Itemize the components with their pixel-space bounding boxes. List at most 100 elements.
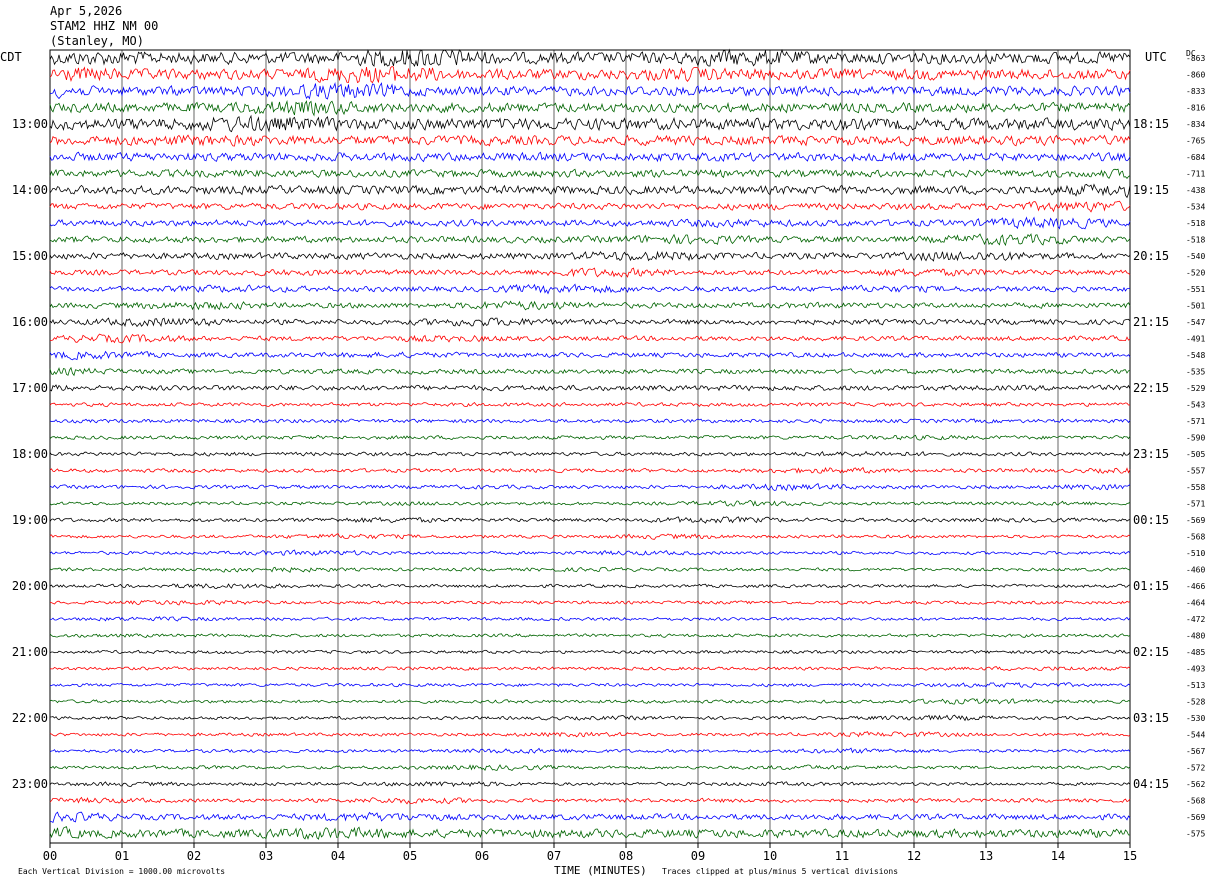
dc-offset-label: -569 xyxy=(1186,813,1205,822)
dc-offset-label: -505 xyxy=(1186,450,1205,459)
seismic-trace-17 xyxy=(49,317,1131,328)
dc-offset-label: -518 xyxy=(1186,219,1205,228)
dc-offset-label: -863 xyxy=(1186,54,1205,63)
seismic-trace-48 xyxy=(49,826,1131,840)
seismic-trace-28 xyxy=(49,500,1131,507)
left-hour-label: 18:00 xyxy=(12,447,48,461)
seismic-trace-24 xyxy=(49,434,1131,441)
dc-offset-label: -464 xyxy=(1186,599,1205,608)
seismic-trace-3 xyxy=(49,82,1131,100)
right-hour-label: 20:15 xyxy=(1133,249,1169,263)
seismic-trace-2 xyxy=(49,66,1131,84)
dc-offset-label: -540 xyxy=(1186,252,1205,261)
seismic-trace-36 xyxy=(49,633,1131,638)
seismic-trace-6 xyxy=(49,134,1131,147)
seismic-trace-47 xyxy=(49,811,1131,823)
seismic-trace-41 xyxy=(49,714,1131,722)
dc-offset-label: -765 xyxy=(1186,137,1205,146)
seismic-trace-8 xyxy=(49,168,1131,180)
seismic-trace-10 xyxy=(49,200,1131,213)
dc-offset-label: -485 xyxy=(1186,648,1205,657)
seismic-trace-33 xyxy=(49,583,1131,590)
seismic-trace-5 xyxy=(49,114,1131,133)
dc-offset-label: -567 xyxy=(1186,747,1205,756)
seismic-trace-21 xyxy=(49,384,1131,392)
dc-offset-label: -534 xyxy=(1186,203,1205,212)
plot-frame xyxy=(49,49,1131,844)
seismic-trace-42 xyxy=(49,731,1131,738)
clip-note: Traces clipped at plus/minus 5 vertical … xyxy=(662,867,899,876)
dc-offset-label: -480 xyxy=(1186,632,1205,641)
dc-offset-label: -571 xyxy=(1186,500,1205,509)
dc-offset-label: -529 xyxy=(1186,384,1205,393)
right-hour-label: 01:15 xyxy=(1133,579,1169,593)
seismic-trace-45 xyxy=(49,781,1131,788)
seismic-trace-18 xyxy=(49,333,1131,344)
x-tick-label: 09 xyxy=(691,849,705,863)
seismic-trace-38 xyxy=(49,666,1131,672)
seismic-trace-9 xyxy=(49,183,1131,199)
dc-offset-label: -493 xyxy=(1186,665,1205,674)
x-tick-label: 15 xyxy=(1123,849,1137,863)
seismic-trace-13 xyxy=(49,250,1131,262)
dc-offset-label: -684 xyxy=(1186,153,1205,162)
dc-offset-label: -816 xyxy=(1186,104,1205,113)
seismic-trace-40 xyxy=(49,698,1131,705)
left-hour-label: 15:00 xyxy=(12,249,48,263)
dc-offset-label: -547 xyxy=(1186,318,1205,327)
dc-offset-label: -535 xyxy=(1186,368,1205,377)
seismic-trace-43 xyxy=(49,747,1131,754)
seismic-trace-20 xyxy=(49,366,1131,377)
dc-offset-label: -562 xyxy=(1186,780,1205,789)
seismic-trace-35 xyxy=(49,616,1131,622)
dc-offset-label: -518 xyxy=(1186,236,1205,245)
left-hour-label: 20:00 xyxy=(12,579,48,593)
seismic-trace-15 xyxy=(49,283,1131,295)
left-hour-label: 13:00 xyxy=(12,117,48,131)
right-hour-label: 18:15 xyxy=(1133,117,1169,131)
left-hour-label: 16:00 xyxy=(12,315,48,329)
dc-offset-label: -491 xyxy=(1186,335,1205,344)
right-hour-label: 02:15 xyxy=(1133,645,1169,659)
x-tick-label: 01 xyxy=(115,849,129,863)
helicorder-plot: 00 01 02 03 04 05 06 07 08 09 10 11 12 13 14 15 -863 -860… xyxy=(12,48,1205,863)
dc-offset-label: -860 xyxy=(1186,71,1205,80)
x-tick-label: 07 xyxy=(547,849,561,863)
dc-offset-label: -568 xyxy=(1186,533,1205,542)
x-tick-label: 05 xyxy=(403,849,417,863)
seismic-trace-32 xyxy=(49,566,1131,573)
seismic-trace-29 xyxy=(49,516,1131,524)
dc-offset-label: -571 xyxy=(1186,417,1205,426)
x-tick-label: 03 xyxy=(259,849,273,863)
x-tick-label: 02 xyxy=(187,849,201,863)
left-hour-label: 21:00 xyxy=(12,645,48,659)
dc-offset-label: -501 xyxy=(1186,302,1205,311)
seismic-trace-39 xyxy=(49,682,1131,689)
seismic-trace-22 xyxy=(49,401,1131,408)
x-tick-label: 11 xyxy=(835,849,849,863)
seismic-trace-23 xyxy=(49,418,1131,424)
x-tick-label: 08 xyxy=(619,849,633,863)
dc-offset-label: -548 xyxy=(1186,351,1205,360)
x-tick-label: 06 xyxy=(475,849,489,863)
seismic-trace-31 xyxy=(49,549,1131,556)
dc-offset-label: -568 xyxy=(1186,797,1205,806)
seismic-trace-7 xyxy=(49,151,1131,163)
x-tick-label: 04 xyxy=(331,849,345,863)
x-tick-label: 13 xyxy=(979,849,993,863)
right-hour-label: 19:15 xyxy=(1133,183,1169,197)
dc-offset-label: -544 xyxy=(1186,731,1205,740)
right-hour-label: 04:15 xyxy=(1133,777,1169,791)
x-axis-label: TIME (MINUTES) xyxy=(554,864,647,877)
seismic-trace-26 xyxy=(49,466,1131,474)
dc-offset-label: -466 xyxy=(1186,582,1205,591)
right-hour-label: 03:15 xyxy=(1133,711,1169,725)
right-hour-label: 22:15 xyxy=(1133,381,1169,395)
seismic-trace-30 xyxy=(49,533,1131,540)
seismic-trace-19 xyxy=(49,350,1131,361)
seismic-trace-46 xyxy=(49,796,1131,805)
seismic-trace-44 xyxy=(49,764,1131,772)
right-hour-label: 23:15 xyxy=(1133,447,1169,461)
seismic-trace-12 xyxy=(49,233,1131,247)
seismic-trace-14 xyxy=(49,267,1131,278)
